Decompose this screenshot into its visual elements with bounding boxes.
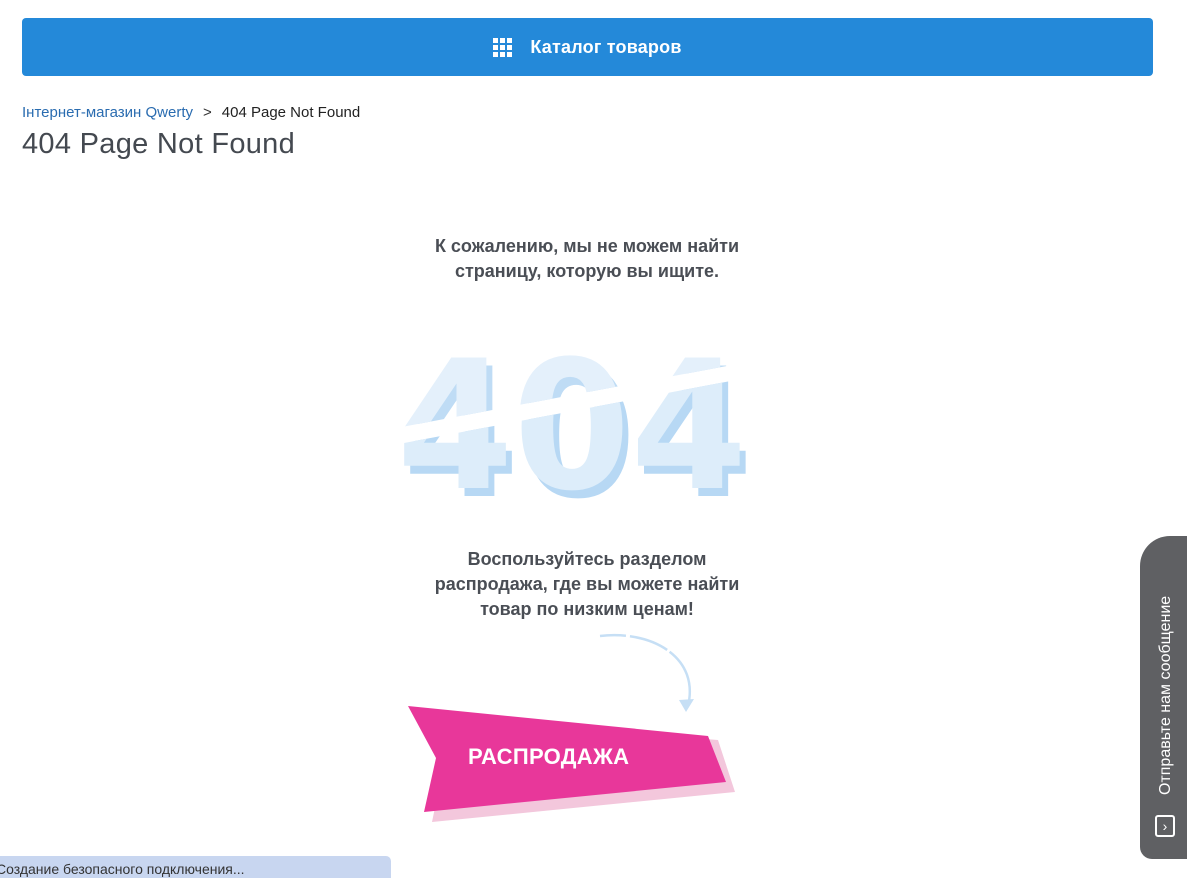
404-illustration: 404 404 404 404 <box>395 330 754 510</box>
catalog-button[interactable]: Каталог товаров <box>22 18 1153 76</box>
chevron-right-icon: › <box>1155 815 1175 837</box>
not-found-message-line-1: К сожалению, мы не можем найти <box>434 236 740 256</box>
not-found-message-line-2: страницу, которую вы ищите. <box>454 261 720 281</box>
sale-suggestion-line-2: распродажа, где вы можете найти <box>434 574 740 594</box>
sale-suggestion-line-3: товар по низким ценам! <box>480 599 694 619</box>
breadcrumb-separator: > <box>203 104 212 121</box>
breadcrumb-current: 404 Page Not Found <box>221 104 361 121</box>
sale-suggestion-message: Воспользуйтесь разделом распродажа, где … <box>387 547 787 622</box>
feedback-tab-label: Отправьте нам сообщение <box>1157 595 1174 795</box>
catalog-button-label: Каталог товаров <box>530 36 682 57</box>
breadcrumb: Інтернет-магазин Qwerty > 404 Page Not F… <box>22 104 360 121</box>
grid-icon <box>493 37 513 57</box>
page-title: 404 Page Not Found <box>22 128 296 160</box>
not-found-message: К сожалению, мы не можем найти страницу,… <box>387 234 787 284</box>
sale-suggestion-line-1: Воспользуйтесь разделом <box>467 549 707 569</box>
sale-button[interactable] <box>400 700 740 830</box>
breadcrumb-home-link[interactable]: Інтернет-магазин Qwerty <box>22 104 193 121</box>
